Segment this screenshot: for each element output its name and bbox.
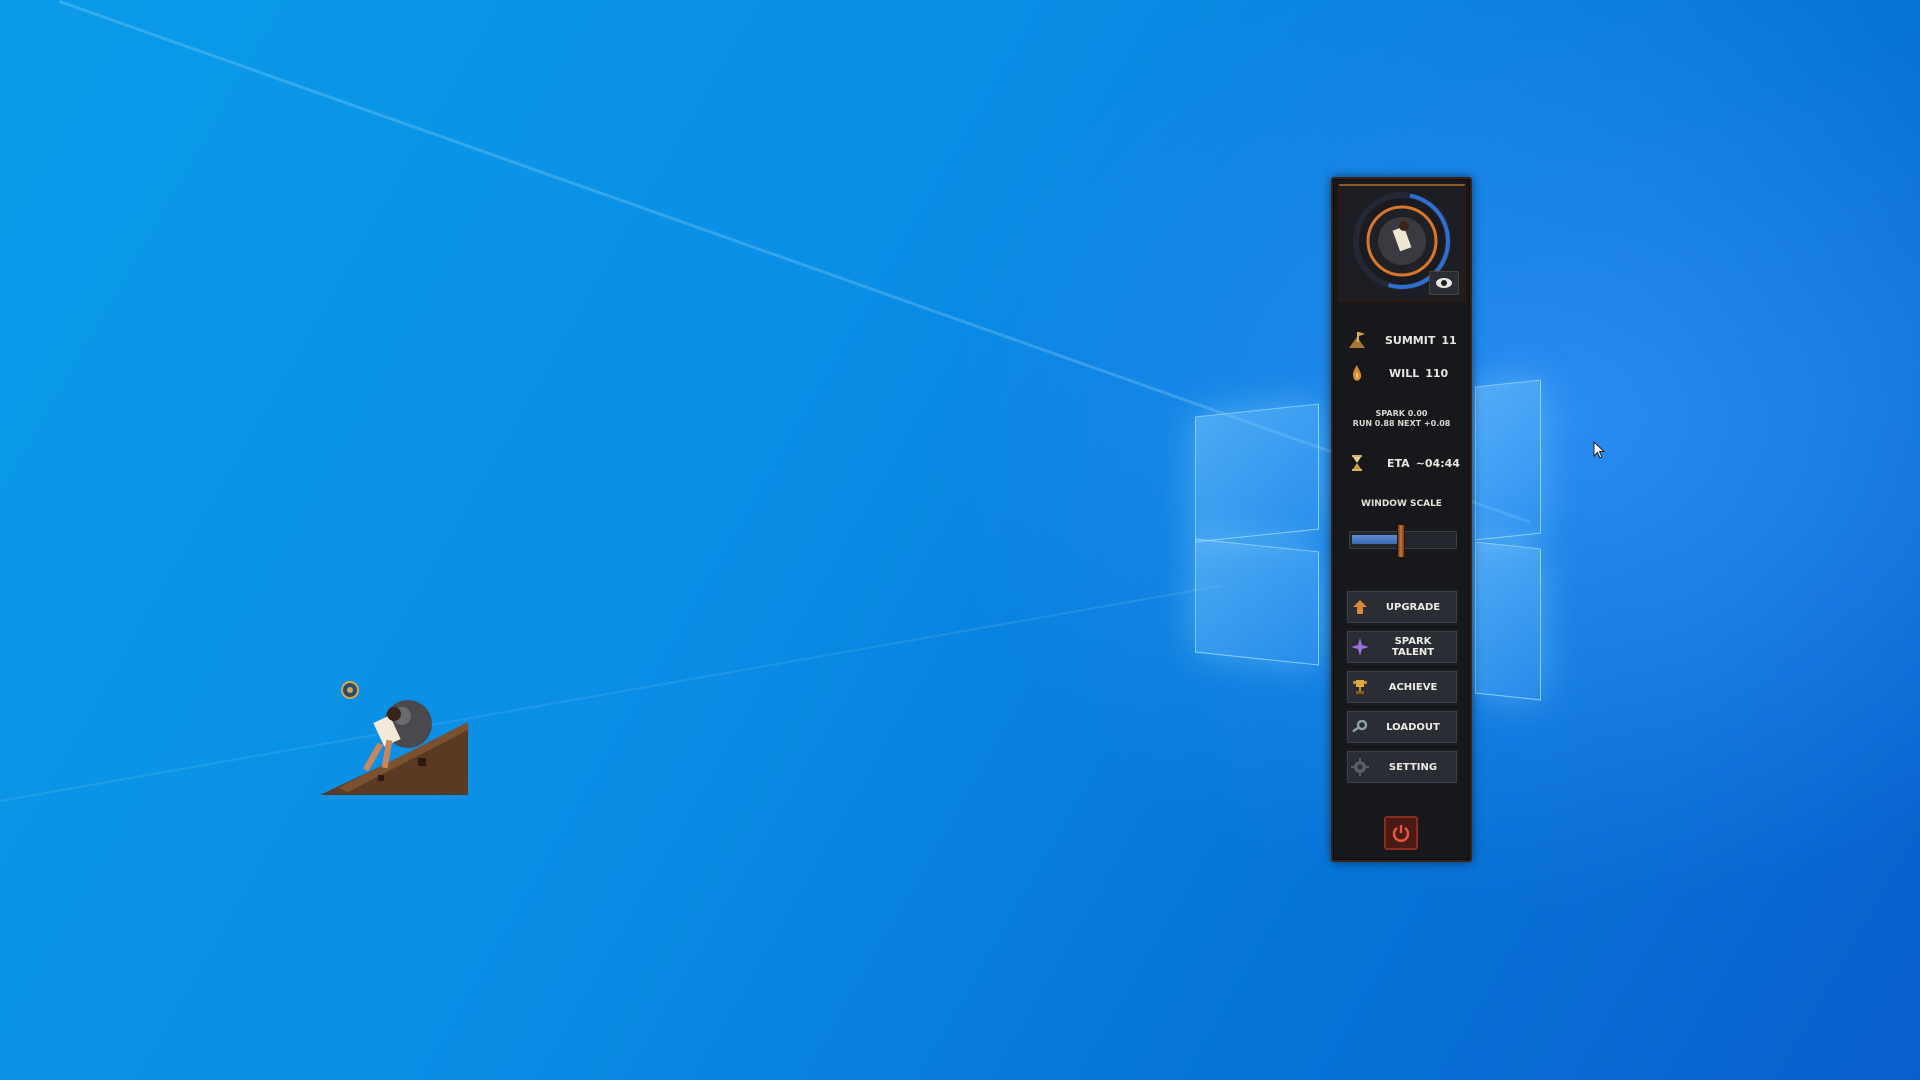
run-readout: RUN 0.88 NEXT +0.08	[1352, 419, 1451, 428]
toggle-visibility-button[interactable]	[1429, 271, 1459, 295]
game-panel: SUMMIT 11 WILL 110 SPARK 0.00 RUN 0.88 NEX…	[1331, 177, 1472, 862]
windows-logo-pane	[1195, 403, 1319, 543]
window-scale-fill	[1352, 535, 1399, 544]
trophy-icon	[1347, 679, 1373, 695]
will-flame-icon	[1353, 365, 1362, 381]
will-value: 110	[1425, 366, 1449, 380]
will-stat: WILL 110	[1347, 362, 1462, 384]
summit-value: 11	[1441, 333, 1457, 347]
summit-label: SUMMIT	[1385, 333, 1436, 347]
key-icon	[1347, 719, 1373, 735]
desktop	[0, 0, 1920, 1080]
gear-icon	[1347, 758, 1373, 776]
setting-button[interactable]: SETTING	[1345, 749, 1459, 785]
window-scale-label: WINDOW SCALE	[1361, 499, 1442, 509]
spark-talent-label: SPARK TALENT	[1391, 636, 1435, 658]
upgrade-arrow-icon	[1347, 599, 1373, 615]
power-icon	[1392, 825, 1410, 842]
hourglass-icon	[1352, 455, 1362, 471]
eta-value: ~04:44	[1415, 456, 1460, 470]
loadout-label: LOADOUT	[1386, 721, 1440, 733]
eye-icon	[1436, 278, 1452, 288]
window-scale-knob[interactable]	[1397, 524, 1405, 558]
spark-talent-button[interactable]: SPARK TALENT	[1345, 629, 1459, 665]
eta-stat: ETA ~04:44	[1347, 452, 1462, 474]
achieve-button[interactable]: ACHIEVE	[1345, 669, 1459, 705]
power-button[interactable]	[1384, 816, 1418, 850]
windows-logo-pane	[1475, 379, 1541, 541]
character-portrait	[1338, 184, 1466, 302]
windows-logo-pane	[1475, 541, 1541, 701]
spark-star-icon	[1347, 638, 1373, 656]
summit-stat: SUMMIT 11	[1347, 329, 1462, 351]
achieve-label: ACHIEVE	[1388, 681, 1438, 693]
eta-label: ETA	[1387, 456, 1410, 470]
setting-label: SETTING	[1388, 761, 1438, 773]
spark-readout: SPARK 0.00	[1375, 409, 1428, 418]
summit-flag-icon	[1349, 332, 1365, 348]
loadout-button[interactable]: LOADOUT	[1345, 709, 1459, 745]
wallpaper-beam	[0, 584, 1222, 802]
sisyphus-pet[interactable]	[318, 680, 468, 795]
window-scale-slider[interactable]	[1349, 524, 1457, 558]
upgrade-button[interactable]: UPGRADE	[1345, 589, 1459, 625]
windows-logo-pane	[1195, 538, 1319, 666]
mouse-cursor	[1593, 441, 1605, 459]
upgrade-label: UPGRADE	[1385, 601, 1441, 613]
will-label: WILL	[1389, 366, 1420, 380]
